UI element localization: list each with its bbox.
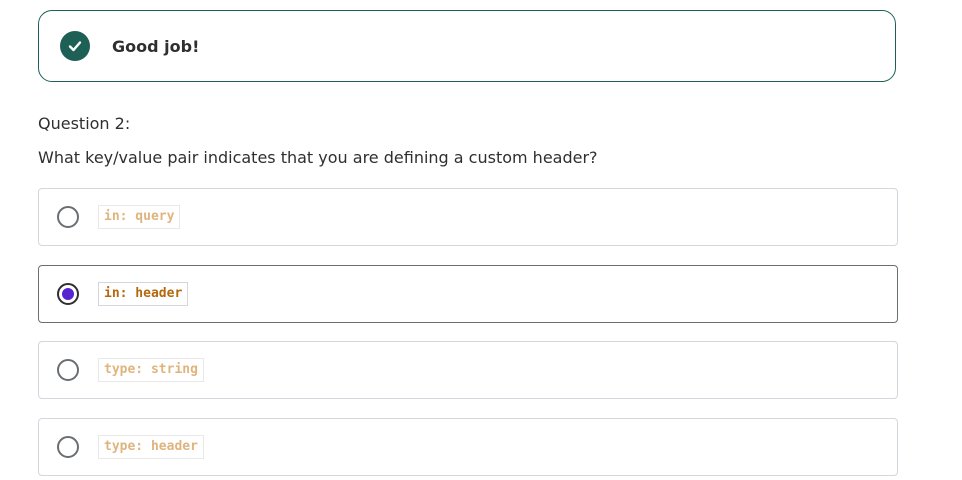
radio-button[interactable]: [57, 283, 79, 305]
radio-button[interactable]: [57, 359, 79, 381]
answer-option-1[interactable]: in: query: [38, 188, 898, 246]
answer-option-label: type: header: [98, 435, 204, 459]
feedback-message: Good job!: [112, 36, 200, 56]
answer-option-label: in: header: [98, 282, 189, 306]
answer-option-3[interactable]: type: string: [38, 341, 898, 399]
check-circle-icon: [60, 31, 90, 61]
radio-dot: [62, 288, 74, 300]
question-number: Question 2:: [38, 114, 131, 133]
answer-option-4[interactable]: type: header: [38, 418, 898, 476]
answer-option-label: in: query: [98, 205, 181, 229]
answer-option-label: type: string: [98, 358, 204, 382]
feedback-banner: Good job!: [38, 10, 896, 82]
radio-button[interactable]: [57, 206, 79, 228]
answer-option-2[interactable]: in: header: [38, 265, 898, 323]
radio-button[interactable]: [57, 436, 79, 458]
question-text: What key/value pair indicates that you a…: [38, 148, 598, 167]
